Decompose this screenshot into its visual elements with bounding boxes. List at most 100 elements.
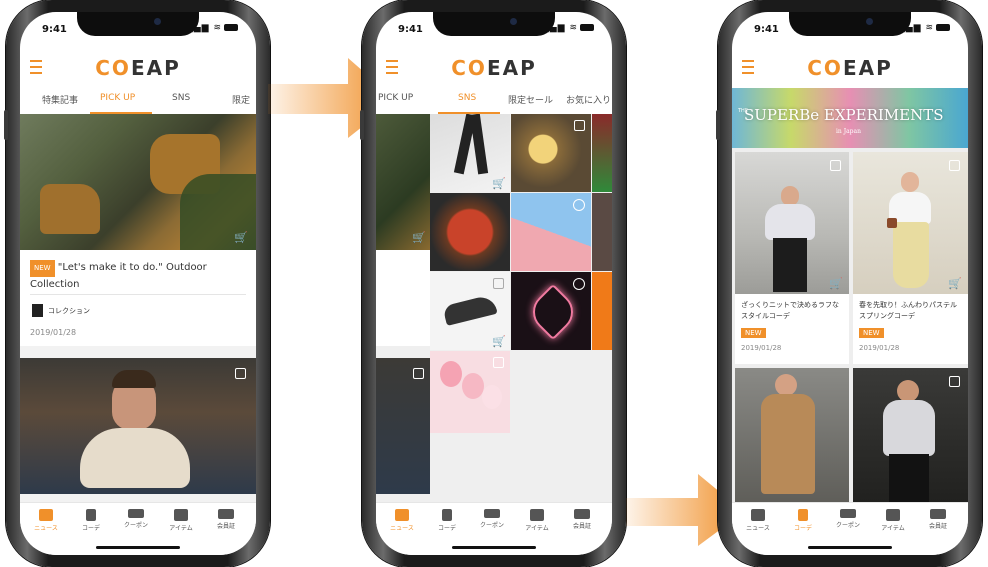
- app-header: COEAP: [376, 52, 612, 84]
- new-badge: NEW: [741, 328, 766, 338]
- tab-limited[interactable]: 限定: [232, 93, 250, 106]
- bottom-tab-bar: ニュース コーデ クーポン アイテム 会員証: [732, 502, 968, 555]
- article-card[interactable]: NEW "Let's make it to do." Outdoor Colle…: [20, 250, 256, 346]
- trench-coat-photo[interactable]: [735, 368, 849, 503]
- logo-word: EAP: [842, 56, 893, 80]
- grid-photo-orange[interactable]: [592, 272, 612, 350]
- volume-button: [716, 110, 720, 140]
- tab-item[interactable]: アイテム: [161, 509, 201, 532]
- grid-photo-building[interactable]: [511, 193, 591, 271]
- app-header: COEAP: [20, 52, 256, 84]
- tab-coupon-label: クーポン: [123, 522, 148, 529]
- tab-item-label: アイテム: [169, 525, 193, 532]
- coordinate-card[interactable]: 🛒 ざっくりニットで決めるラフなスタイルコーデ NEW 2019/01/28: [735, 152, 849, 364]
- home-indicator: [808, 546, 892, 549]
- tab-item[interactable]: アイテム: [517, 509, 557, 532]
- article-category: コレクション: [48, 307, 90, 315]
- tab-item-label: アイテム: [525, 525, 549, 532]
- tab-favorites[interactable]: お気に入り: [566, 93, 611, 106]
- tab-news[interactable]: ニュース: [26, 509, 66, 532]
- grid-photo-sneaker[interactable]: 🛒: [430, 272, 510, 350]
- tab-coordinate[interactable]: コーデ: [427, 509, 467, 532]
- multi-image-icon: [493, 357, 504, 368]
- sns-grid: 🛒 🛒 🛒: [376, 114, 612, 503]
- multi-image-icon: [949, 160, 960, 171]
- grid-photo-balloons[interactable]: [430, 351, 510, 433]
- handbag-icon: [887, 218, 897, 228]
- cart-icon[interactable]: 🛒: [492, 177, 506, 190]
- multi-image-icon: [413, 368, 424, 379]
- tab-coordinate-label: コーデ: [437, 525, 456, 532]
- video-icon: [573, 199, 585, 211]
- tab-coordinate[interactable]: コーデ: [71, 509, 111, 532]
- tab-sns[interactable]: SNS: [458, 93, 476, 103]
- article-date: 2019/01/28: [30, 328, 77, 337]
- grid-photo-sparkler-heart[interactable]: [511, 272, 591, 350]
- article-title: "Let's make it to do." Outdoor Collectio…: [30, 262, 207, 290]
- volume-button: [360, 110, 364, 140]
- grid-photo-drinks[interactable]: [511, 114, 591, 192]
- logo-word: EAP: [130, 56, 181, 80]
- grid-photo-cup[interactable]: [592, 114, 612, 192]
- card-date: 2019/01/28: [859, 344, 900, 352]
- tab-limited-sale[interactable]: 限定セール: [508, 93, 553, 106]
- tab-pickup[interactable]: PICK UP: [378, 93, 413, 103]
- cart-icon[interactable]: 🛒: [948, 277, 962, 290]
- tab-member[interactable]: 会員証: [918, 509, 958, 530]
- logo-word: EAP: [486, 56, 537, 80]
- logo-mark: CO: [807, 56, 843, 80]
- logo-mark: CO: [451, 56, 487, 80]
- cart-icon[interactable]: 🛒: [492, 335, 506, 348]
- multi-image-icon: [830, 160, 841, 171]
- status-time: 9:41: [398, 24, 423, 35]
- tab-coordinate[interactable]: コーデ: [783, 509, 823, 532]
- screen-2: 9:41 ▂▄▆ ≋ COEAP PICK UP SNS 限定セール お気に入り…: [376, 12, 612, 555]
- knit-outfit-photo: 🛒: [735, 152, 849, 294]
- notch: [77, 12, 199, 36]
- tab-member-label: 会員証: [216, 523, 235, 530]
- cart-icon[interactable]: 🛒: [234, 231, 248, 244]
- grid-photo-door[interactable]: [592, 193, 612, 271]
- multi-image-icon: [493, 278, 504, 289]
- campaign-banner[interactable]: THE SUPERBe EXPERIMENTS in Japan: [732, 88, 968, 148]
- member-card-icon: [930, 509, 946, 519]
- tab-item-label: アイテム: [881, 525, 905, 532]
- news-icon: [39, 509, 53, 521]
- category-tabs: 特集記事 PICK UP SNS 限定: [20, 84, 256, 115]
- logo-mark: CO: [95, 56, 131, 80]
- tab-news[interactable]: ニュース: [382, 509, 422, 532]
- grid-photo-food[interactable]: [430, 193, 510, 271]
- tab-member[interactable]: 会員証: [562, 509, 602, 530]
- tab-member[interactable]: 会員証: [206, 509, 246, 530]
- banner-title: SUPERBe EXPERIMENTS: [744, 106, 944, 124]
- tab-coupon[interactable]: クーポン: [472, 509, 512, 529]
- coordinate-icon: [86, 509, 96, 521]
- boots-photo[interactable]: 🛒: [20, 114, 256, 250]
- new-badge: NEW: [859, 328, 884, 338]
- category-tabs: PICK UP SNS 限定セール お気に入り: [376, 84, 612, 115]
- previous-page-photo-2: [376, 358, 430, 494]
- tab-coupon-label: クーポン: [835, 522, 860, 529]
- tab-sns[interactable]: SNS: [172, 93, 190, 103]
- parka-outfit-photo[interactable]: [853, 368, 968, 503]
- member-card-icon: [574, 509, 590, 519]
- home-indicator: [96, 546, 180, 549]
- tab-coupon[interactable]: クーポン: [828, 509, 868, 529]
- man-scarf-photo[interactable]: [20, 358, 256, 494]
- screen-1: 9:41 ▂▄▆ ≋ COEAP 特集記事 PICK UP SNS 限定 🛒 N…: [20, 12, 256, 555]
- tab-pickup[interactable]: PICK UP: [100, 93, 135, 103]
- tab-news[interactable]: ニュース: [738, 509, 778, 532]
- tab-feature[interactable]: 特集記事: [42, 93, 78, 106]
- notch: [433, 12, 555, 36]
- new-badge: NEW: [30, 260, 55, 277]
- bag-icon: [530, 509, 544, 521]
- coordinate-card[interactable]: 🛒 春を先取り！ふんわりパステルスプリングコーデ NEW 2019/01/28: [853, 152, 968, 364]
- bag-icon: [886, 509, 900, 521]
- app-logo: COEAP: [376, 56, 612, 80]
- tab-coupon[interactable]: クーポン: [116, 509, 156, 529]
- app-logo: COEAP: [732, 56, 968, 80]
- grid-photo-legs[interactable]: 🛒: [430, 114, 510, 192]
- coupon-icon: [484, 509, 500, 518]
- tab-item[interactable]: アイテム: [873, 509, 913, 532]
- cart-icon[interactable]: 🛒: [829, 277, 843, 290]
